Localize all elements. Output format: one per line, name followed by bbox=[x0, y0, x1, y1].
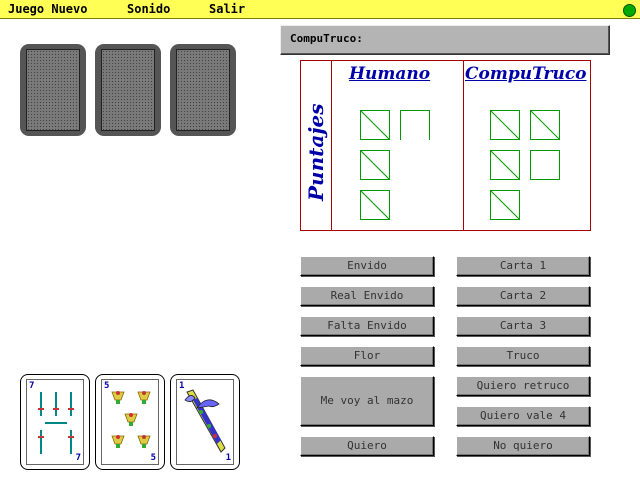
quiero-retruco-button[interactable]: Quiero retruco bbox=[456, 376, 590, 396]
menu-bar: Juego Nuevo Sonido Salir bbox=[0, 0, 640, 19]
quiero-vale-4-button[interactable]: Quiero vale 4 bbox=[456, 406, 590, 426]
truco-button[interactable]: Truco bbox=[456, 346, 590, 366]
ace-of-swords-icon bbox=[184, 389, 226, 453]
computer-column-title: CompuTruco bbox=[465, 64, 587, 84]
carta-1-button[interactable]: Carta 1 bbox=[456, 256, 590, 276]
cups-suit-icon bbox=[111, 391, 151, 448]
scoreboard: Puntajes Humano CompuTruco bbox=[300, 60, 591, 231]
real-envido-button[interactable]: Real Envido bbox=[300, 286, 434, 306]
menu-juego-nuevo[interactable]: Juego Nuevo bbox=[8, 2, 87, 16]
hand-card-1[interactable]: 7 7 bbox=[20, 374, 90, 470]
menu-sonido[interactable]: Sonido bbox=[127, 2, 170, 16]
opponent-card-back-2 bbox=[95, 44, 161, 136]
computer-tally-5 bbox=[490, 190, 520, 220]
puntajes-label: Puntajes bbox=[304, 103, 328, 202]
envido-button[interactable]: Envido bbox=[300, 256, 434, 276]
computer-tally-1 bbox=[490, 110, 520, 140]
carta-2-button[interactable]: Carta 2 bbox=[456, 286, 590, 306]
quiero-button[interactable]: Quiero bbox=[300, 436, 434, 456]
human-column-title: Humano bbox=[349, 64, 431, 84]
message-box: CompuTruco: bbox=[280, 25, 610, 55]
human-tally-2 bbox=[400, 110, 430, 140]
svg-text:Puntajes: Puntajes bbox=[304, 103, 328, 202]
menu-salir[interactable]: Salir bbox=[209, 2, 245, 16]
human-tally-3 bbox=[360, 150, 390, 180]
opponent-card-back-1 bbox=[20, 44, 86, 136]
message-text: CompuTruco: bbox=[290, 32, 363, 45]
computer-tally-4 bbox=[530, 150, 560, 180]
computer-tally-2 bbox=[530, 110, 560, 140]
opponent-card-back-3 bbox=[170, 44, 236, 136]
human-tally-1 bbox=[360, 110, 390, 140]
me-voy-al-mazo-button[interactable]: Me voy al mazo bbox=[300, 376, 434, 426]
swords-suit-icon bbox=[38, 392, 74, 454]
computer-tally-3 bbox=[490, 150, 520, 180]
carta-3-button[interactable]: Carta 3 bbox=[456, 316, 590, 336]
human-tally-4 bbox=[360, 190, 390, 220]
falta-envido-button[interactable]: Falta Envido bbox=[300, 316, 434, 336]
flor-button[interactable]: Flor bbox=[300, 346, 434, 366]
hand-card-3[interactable]: 1 1 bbox=[170, 374, 240, 470]
no-quiero-button[interactable]: No quiero bbox=[456, 436, 590, 456]
hand-card-2[interactable]: 5 5 bbox=[95, 374, 165, 470]
status-led-icon bbox=[623, 4, 636, 17]
